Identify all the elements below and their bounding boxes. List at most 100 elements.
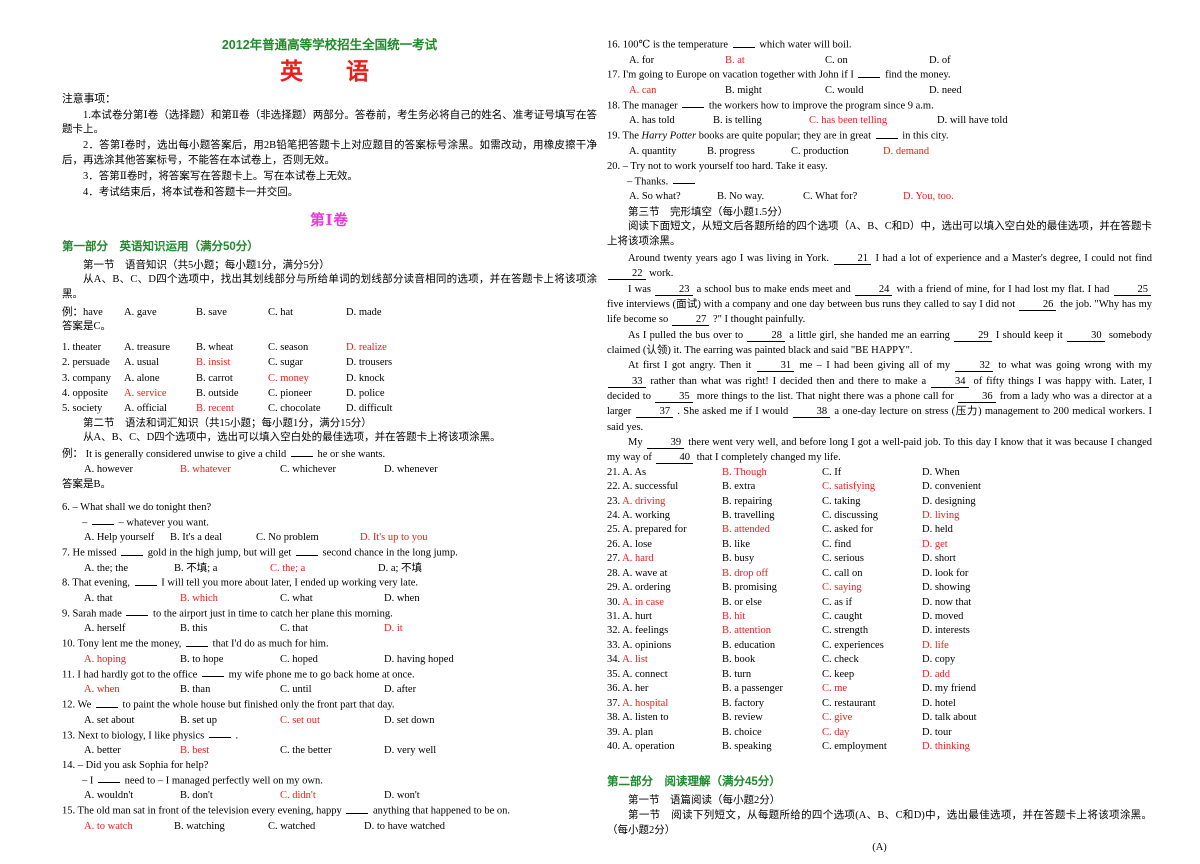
question-option[interactable]: A. the; the xyxy=(84,562,174,577)
cloze-option[interactable]: B. choice xyxy=(722,726,822,740)
cloze-option[interactable]: D. talk about xyxy=(922,711,1032,725)
cloze-option[interactable]: D. get xyxy=(922,538,1032,552)
cloze-option[interactable]: B. Though xyxy=(722,466,822,480)
cloze-option[interactable]: D. copy xyxy=(922,653,1032,667)
question-option[interactable]: D. You, too. xyxy=(903,190,1003,205)
cloze-option[interactable]: 23. A. driving xyxy=(607,495,722,509)
question-option[interactable]: B. at xyxy=(725,54,825,69)
cloze-option[interactable]: 36. A. her xyxy=(607,682,722,696)
cloze-option[interactable]: B. promising xyxy=(722,581,822,595)
cloze-option[interactable]: B. drop off xyxy=(722,567,822,581)
phonetics-option[interactable]: D. trousers xyxy=(346,355,436,370)
cloze-option[interactable]: B. speaking xyxy=(722,740,822,754)
question-option[interactable]: A. can xyxy=(629,84,725,99)
cloze-option[interactable]: 35. A. connect xyxy=(607,668,722,682)
question-option[interactable]: C. What for? xyxy=(803,190,903,205)
cloze-option[interactable]: D. my friend xyxy=(922,682,1032,696)
cloze-option[interactable]: C. give xyxy=(822,711,922,725)
question-option[interactable]: A. when xyxy=(84,683,180,698)
question-option[interactable]: A. quantity xyxy=(629,145,707,160)
question-option[interactable]: A. wouldn't xyxy=(84,789,180,804)
grammar-example-option[interactable]: A. however xyxy=(84,463,180,478)
cloze-option[interactable]: C. experiences xyxy=(822,639,922,653)
cloze-option[interactable]: B. like xyxy=(722,538,822,552)
cloze-option[interactable]: C. taking xyxy=(822,495,922,509)
question-option[interactable]: C. watched xyxy=(268,820,364,835)
phonetics-option[interactable]: D. difficult xyxy=(346,401,436,416)
cloze-option[interactable]: D. designing xyxy=(922,495,1032,509)
question-option[interactable]: B. don't xyxy=(180,789,280,804)
question-option[interactable]: A. that xyxy=(84,592,180,607)
question-option[interactable]: D. will have told xyxy=(937,114,1047,129)
phonetics-option[interactable]: B. insist xyxy=(196,355,268,370)
phonetics-option[interactable]: D. police xyxy=(346,386,436,401)
cloze-option[interactable]: C. check xyxy=(822,653,922,667)
cloze-option[interactable]: B. factory xyxy=(722,697,822,711)
phonetics-option[interactable]: C. money xyxy=(268,371,346,386)
phonetics-option[interactable]: B. outside xyxy=(196,386,268,401)
cloze-option[interactable]: B. a passenger xyxy=(722,682,822,696)
cloze-option[interactable]: B. review xyxy=(722,711,822,725)
question-option[interactable]: C. until xyxy=(280,683,384,698)
question-option[interactable]: B. It's a deal xyxy=(170,531,256,546)
cloze-option[interactable]: 34. A. list xyxy=(607,653,722,667)
question-option[interactable]: A. better xyxy=(84,744,180,759)
phonetics-option[interactable]: A. alone xyxy=(124,371,196,386)
cloze-option[interactable]: C. asked for xyxy=(822,523,922,537)
cloze-option[interactable]: 30. A. in case xyxy=(607,596,722,610)
question-option[interactable]: B. might xyxy=(725,84,825,99)
cloze-option[interactable]: C. saying xyxy=(822,581,922,595)
cloze-option[interactable]: 33. A. opinions xyxy=(607,639,722,653)
cloze-option[interactable]: C. me xyxy=(822,682,922,696)
cloze-option[interactable]: D. moved xyxy=(922,610,1032,624)
phonetics-option[interactable]: A. official xyxy=(124,401,196,416)
question-option[interactable]: C. on xyxy=(825,54,929,69)
cloze-option[interactable]: C. employment xyxy=(822,740,922,754)
question-option[interactable]: C. would xyxy=(825,84,929,99)
cloze-option[interactable]: D. short xyxy=(922,552,1032,566)
question-option[interactable]: C. didn't xyxy=(280,789,384,804)
phonetics-option[interactable]: B. carrot xyxy=(196,371,268,386)
cloze-option[interactable]: C. caught xyxy=(822,610,922,624)
phonetics-option[interactable]: C. pioneer xyxy=(268,386,346,401)
phonetics-option[interactable]: D. realize xyxy=(346,340,436,355)
cloze-option[interactable]: D. look for xyxy=(922,567,1032,581)
phonetics-option[interactable]: A. usual xyxy=(124,355,196,370)
cloze-option[interactable]: C. call on xyxy=(822,567,922,581)
cloze-option[interactable]: C. discussing xyxy=(822,509,922,523)
cloze-option[interactable]: B. attention xyxy=(722,624,822,638)
phonetics-option[interactable]: B. recent xyxy=(196,401,268,416)
question-option[interactable]: C. No problem xyxy=(256,531,360,546)
phonetics-option[interactable]: C. season xyxy=(268,340,346,355)
cloze-option[interactable]: B. education xyxy=(722,639,822,653)
question-option[interactable]: C. production xyxy=(791,145,883,160)
cloze-option[interactable]: C. serious xyxy=(822,552,922,566)
question-option[interactable]: D. after xyxy=(384,683,484,698)
cloze-option[interactable]: 40. A. operation xyxy=(607,740,722,754)
question-option[interactable]: D. need xyxy=(929,84,1029,99)
cloze-option[interactable]: B. or else xyxy=(722,596,822,610)
cloze-option[interactable]: C. If xyxy=(822,466,922,480)
cloze-option[interactable]: 32. A. feelings xyxy=(607,624,722,638)
question-option[interactable]: B. is telling xyxy=(713,114,809,129)
question-option[interactable]: C. hoped xyxy=(280,653,384,668)
cloze-option[interactable]: D. thinking xyxy=(922,740,1032,754)
cloze-option[interactable]: 37. A. hospital xyxy=(607,697,722,711)
cloze-option[interactable]: D. showing xyxy=(922,581,1032,595)
grammar-example-option[interactable]: D. whenever xyxy=(384,463,484,478)
cloze-option[interactable]: D. hotel xyxy=(922,697,1032,711)
question-option[interactable]: B. to hope xyxy=(180,653,280,668)
phonetics-option[interactable]: A. treasure xyxy=(124,340,196,355)
cloze-option[interactable]: B. busy xyxy=(722,552,822,566)
question-option[interactable]: A. to watch xyxy=(84,820,174,835)
cloze-option[interactable]: C. restaurant xyxy=(822,697,922,711)
cloze-option[interactable]: C. keep xyxy=(822,668,922,682)
question-option[interactable]: A. So what? xyxy=(629,190,717,205)
question-option[interactable]: D. a; 不填 xyxy=(378,562,478,577)
question-option[interactable]: D. very well xyxy=(384,744,484,759)
cloze-option[interactable]: 21. A. As xyxy=(607,466,722,480)
question-option[interactable]: B. this xyxy=(180,622,280,637)
question-option[interactable]: D. to have watched xyxy=(364,820,474,835)
question-option[interactable]: A. Help yourself xyxy=(84,531,170,546)
cloze-option[interactable]: C. strength xyxy=(822,624,922,638)
